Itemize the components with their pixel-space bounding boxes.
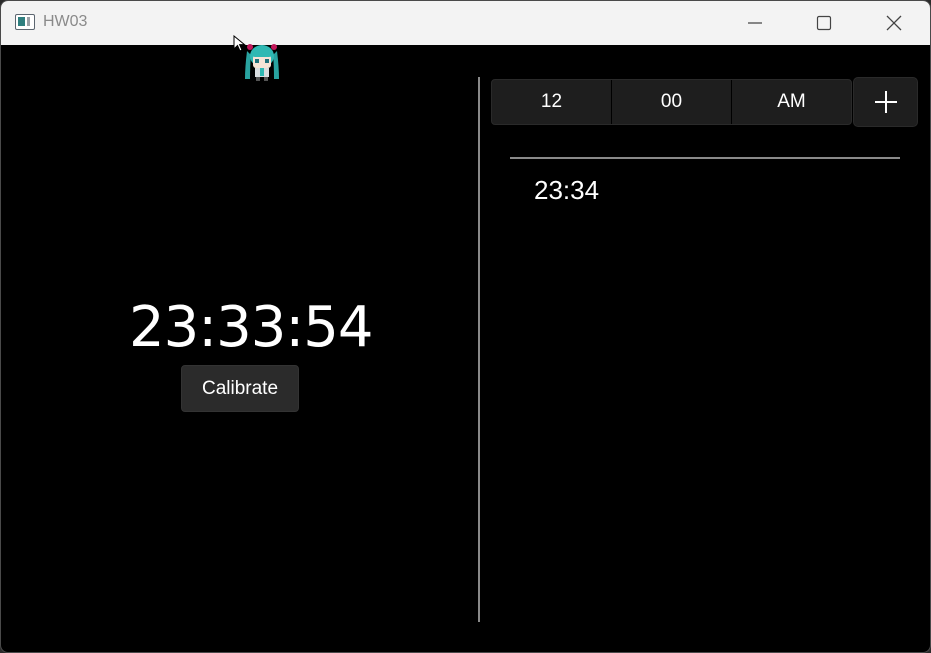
title-bar[interactable]: HW03 bbox=[1, 1, 930, 45]
calibrate-button[interactable]: Calibrate bbox=[181, 365, 299, 412]
minute-selector[interactable]: 00 bbox=[612, 80, 732, 124]
cursor-arrow-icon bbox=[233, 35, 246, 52]
panel-divider bbox=[478, 77, 480, 622]
close-button[interactable] bbox=[871, 1, 917, 45]
minimize-icon bbox=[748, 22, 762, 24]
plus-icon bbox=[874, 91, 897, 113]
maximize-button[interactable] bbox=[801, 1, 847, 45]
alarm-list-divider bbox=[510, 157, 900, 159]
alarm-list-item[interactable]: 23:34 bbox=[534, 175, 599, 206]
period-selector[interactable]: AM bbox=[732, 80, 851, 124]
close-icon bbox=[886, 15, 902, 31]
maximize-icon bbox=[816, 15, 832, 31]
anime-character-icon bbox=[245, 44, 279, 81]
app-window-icon bbox=[15, 14, 35, 30]
current-time-display: 23:33:54 bbox=[129, 295, 374, 360]
app-window: HW03 23:33:54 Calibrate 12 00 AM 23:34 bbox=[0, 0, 931, 653]
hour-selector[interactable]: 12 bbox=[492, 80, 612, 124]
minimize-button[interactable] bbox=[732, 1, 778, 45]
alarm-time-picker[interactable]: 12 00 AM bbox=[491, 79, 852, 125]
add-alarm-button[interactable] bbox=[853, 77, 918, 127]
window-title: HW03 bbox=[43, 13, 88, 30]
